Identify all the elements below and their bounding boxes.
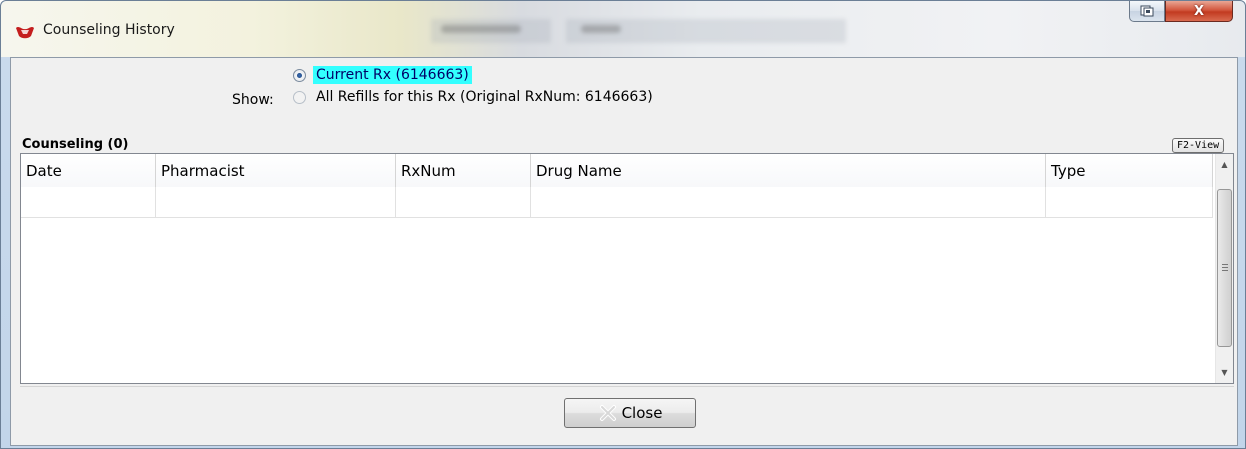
background-blur <box>581 25 621 33</box>
close-x-icon <box>599 405 616 421</box>
scrollbar-thumb[interactable] <box>1217 189 1232 347</box>
f2-view-button[interactable]: F2-View <box>1172 138 1225 153</box>
radio-button-checked[interactable] <box>293 68 306 82</box>
column-header-rxnum[interactable]: RxNum <box>396 154 531 187</box>
table-cell <box>396 187 531 218</box>
close-button-label: Close <box>621 404 663 422</box>
radio-current-rx[interactable]: Current Rx (6146663) <box>293 66 472 84</box>
radio-button-unchecked[interactable] <box>293 90 306 104</box>
footer-divider <box>20 386 1234 387</box>
column-header-date[interactable]: Date <box>21 154 156 187</box>
pill-app-icon <box>16 27 34 39</box>
window-close-button[interactable]: X <box>1165 1 1233 22</box>
close-button[interactable]: Close <box>564 398 696 428</box>
table-row[interactable] <box>21 187 1213 218</box>
table-cell <box>156 187 396 218</box>
column-header-pharmacist[interactable]: Pharmacist <box>156 154 396 187</box>
table-header: Date Pharmacist RxNum Drug Name Type <box>21 154 1213 187</box>
title-bar[interactable]: Counseling History X <box>1 1 1245 57</box>
counseling-history-window: Counseling History X Show: Current Rx (6… <box>0 0 1246 449</box>
radio-current-rx-label: Current Rx (6146663) <box>313 66 472 84</box>
scroll-up-arrow-icon[interactable]: ▲ <box>1216 156 1233 173</box>
window-title: Counseling History <box>43 22 175 38</box>
radio-all-refills[interactable]: All Refills for this Rx (Original RxNum:… <box>293 88 656 106</box>
table-cell <box>21 187 156 218</box>
restore-button[interactable] <box>1129 1 1165 22</box>
dialog-body: Show: Current Rx (6146663) All Refills f… <box>10 57 1238 446</box>
column-header-drug-name[interactable]: Drug Name <box>531 154 1046 187</box>
scroll-down-arrow-icon[interactable]: ▼ <box>1216 364 1233 381</box>
table-cell <box>531 187 1046 218</box>
vertical-scrollbar[interactable]: ▲ ▼ <box>1215 154 1233 383</box>
restore-window-icon <box>1140 5 1154 17</box>
show-label: Show: <box>232 92 274 108</box>
close-icon: X <box>1193 3 1205 19</box>
counseling-section-label: Counseling (0) <box>22 137 129 152</box>
counseling-table[interactable]: Date Pharmacist RxNum Drug Name Type ▲ ▼ <box>20 153 1234 384</box>
column-header-type[interactable]: Type <box>1046 154 1213 187</box>
radio-all-refills-label: All Refills for this Rx (Original RxNum:… <box>316 89 653 105</box>
table-cell <box>1046 187 1213 218</box>
background-blur <box>441 25 521 33</box>
grip-icon <box>1222 264 1228 271</box>
